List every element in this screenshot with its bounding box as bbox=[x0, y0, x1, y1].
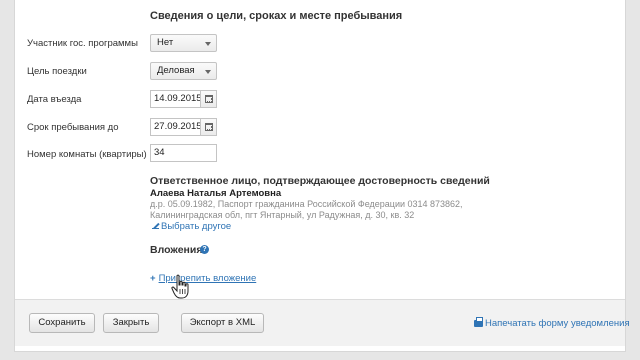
calendar-button[interactable] bbox=[200, 91, 216, 107]
program-select[interactable]: Нет bbox=[150, 34, 217, 52]
entry-date-label: Дата въезда bbox=[27, 94, 82, 105]
choose-other-link[interactable]: Выбрать другое bbox=[152, 221, 231, 232]
responsible-details-line1: д.р. 05.09.1982, Паспорт гражданина Росс… bbox=[150, 199, 463, 209]
purpose-label: Цель поездки bbox=[27, 66, 87, 77]
chevron-down-icon bbox=[205, 42, 211, 46]
print-notice-label: Напечатать форму уведомления bbox=[485, 318, 630, 329]
responsible-details: д.р. 05.09.1982, Паспорт гражданина Росс… bbox=[150, 199, 470, 220]
room-label: Номер комнаты (квартиры) bbox=[27, 149, 147, 160]
responsible-name: Алаева Наталья Артемовна bbox=[150, 188, 282, 199]
plus-icon: + bbox=[150, 273, 156, 284]
save-button[interactable]: Сохранить bbox=[29, 313, 95, 333]
responsible-title: Ответственное лицо, подтверждающее досто… bbox=[150, 175, 490, 187]
room-input[interactable]: 34 bbox=[150, 144, 217, 162]
chevron-down-icon bbox=[205, 70, 211, 74]
purpose-select[interactable]: Деловая bbox=[150, 62, 217, 80]
section-title: Сведения о цели, сроках и месте пребыван… bbox=[150, 10, 403, 22]
purpose-select-value: Деловая bbox=[157, 65, 195, 76]
calendar-icon bbox=[205, 95, 213, 103]
export-xml-button[interactable]: Экспорт в XML bbox=[181, 313, 264, 333]
help-icon[interactable]: ? bbox=[200, 245, 209, 254]
stay-until-field[interactable]: 27.09.2015 bbox=[150, 118, 217, 136]
responsible-details-line2: Калининградская обл, пгт Янтарный, ул Ра… bbox=[150, 209, 415, 220]
stay-until-value: 27.09.2015 bbox=[154, 121, 202, 132]
attach-file-link[interactable]: + Прикрепить вложение bbox=[150, 273, 256, 284]
calendar-icon bbox=[205, 123, 213, 131]
entry-date-value: 14.09.2015 bbox=[154, 93, 202, 104]
program-label: Участник гос. программы bbox=[27, 38, 138, 49]
choose-other-label: Выбрать другое bbox=[161, 221, 232, 232]
entry-date-field[interactable]: 14.09.2015 bbox=[150, 90, 217, 108]
hand-cursor-icon bbox=[171, 274, 189, 299]
print-notice-link[interactable]: Напечатать форму уведомления bbox=[474, 317, 630, 329]
calendar-button[interactable] bbox=[200, 119, 216, 135]
close-button[interactable]: Закрыть bbox=[103, 313, 159, 333]
attachments-title: Вложения bbox=[150, 244, 203, 256]
program-select-value: Нет bbox=[157, 37, 174, 48]
pencil-icon bbox=[152, 222, 159, 229]
printer-icon bbox=[474, 317, 483, 327]
stay-until-label: Срок пребывания до bbox=[27, 122, 119, 133]
